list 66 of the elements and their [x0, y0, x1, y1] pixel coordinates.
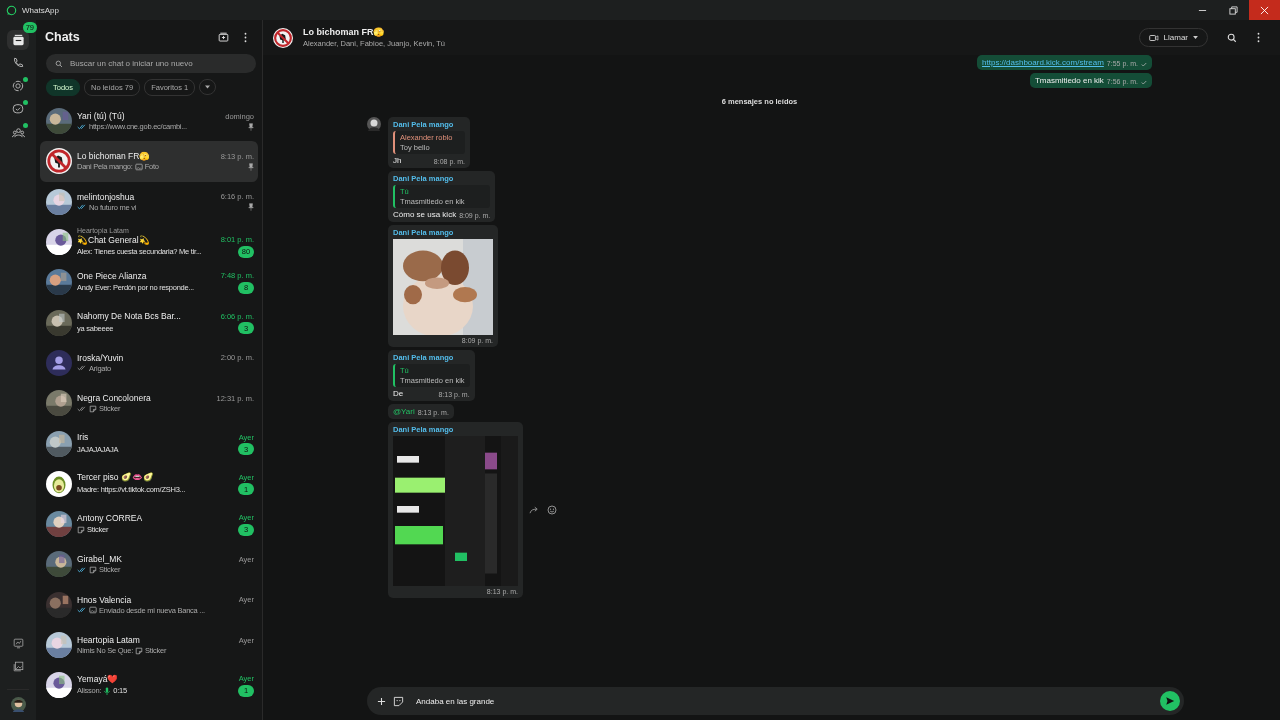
chat-name: Hnos Valencia [77, 594, 133, 605]
photo-icon [134, 162, 143, 171]
chat-title: Lo bichoman FR🫣 [303, 27, 386, 37]
chat-name: Negra Concolonera [77, 393, 152, 404]
sticker-icon[interactable] [393, 695, 404, 707]
update-dot-icon [23, 123, 28, 128]
chats-title: Chats [45, 30, 80, 44]
avocado-icon [46, 470, 72, 497]
chat-name: One Piece Alianza [77, 270, 148, 281]
chat-name: Antony CORREA [77, 512, 144, 523]
send-icon [1165, 696, 1175, 706]
close-button[interactable] [1249, 0, 1280, 20]
chat-name: Tercer piso 🥑👄🥑 [77, 472, 155, 483]
message-text: Tmasmitiedo en kik [1034, 76, 1104, 85]
caret-icon [205, 85, 211, 89]
chat-name: Yari (tú) (Tú) [77, 111, 126, 122]
caret-icon [1193, 36, 1198, 39]
chat-name: Iris [77, 432, 90, 442]
chat-name: Girabel_MK [77, 554, 123, 565]
chat-name: 💫Chat General💫 [77, 234, 151, 245]
message-link[interactable]: https://dashboard.kick.com/stream [982, 58, 1104, 67]
chat-name: melintonjoshua [77, 191, 136, 202]
restore-icon [1229, 5, 1238, 15]
monitor-icon [12, 637, 24, 649]
menu-icon [1256, 32, 1260, 43]
people-icon [11, 125, 25, 139]
video-camera-icon [1148, 33, 1159, 42]
plus-icon [376, 696, 386, 706]
message-text: De [393, 389, 404, 398]
menu-icon [243, 31, 247, 43]
sticker-icon [77, 525, 85, 534]
whatsapp-logo-icon [6, 4, 17, 16]
photo-icon [89, 606, 97, 615]
chat-name: Lo bichoman FR🫣 [77, 151, 152, 162]
new-chat-icon [217, 31, 229, 43]
status-ring-icon [12, 80, 24, 92]
sticker-icon [135, 646, 144, 655]
avatar-icon [46, 349, 72, 376]
message-text: Jh [393, 156, 402, 165]
no-sign-icon [273, 27, 293, 48]
message-text: Cómo se usa kick [393, 210, 457, 219]
sticker-icon [89, 565, 97, 574]
chat-name: Iroska/Yuvin [77, 352, 125, 363]
emoji-icon[interactable] [547, 505, 557, 515]
close-icon [1260, 5, 1269, 15]
update-dot-icon [23, 100, 28, 105]
mention-link[interactable]: @Yari [393, 407, 415, 416]
window-title: WhatsApp [22, 5, 59, 15]
microphone-icon [103, 686, 112, 695]
sticker-icon [89, 404, 97, 413]
update-dot-icon [23, 77, 28, 82]
chat-name: Yemayá❤ [77, 673, 120, 684]
phone-icon [12, 57, 24, 69]
chat-list-icon [11, 33, 25, 47]
search-field[interactable]: Buscar un chat o iniciar uno nuevo [46, 54, 256, 73]
search-icon [1227, 32, 1237, 43]
forward-icon[interactable] [529, 506, 539, 514]
channel-bubble-icon [12, 103, 24, 115]
message-composer[interactable]: Andaba en las grande [367, 687, 1184, 715]
gallery-icon [12, 660, 24, 672]
no-sign-icon [46, 148, 72, 175]
chat-name: Heartopia Latam [77, 635, 141, 645]
chats-tab[interactable] [7, 30, 29, 50]
send-button[interactable] [1160, 691, 1180, 711]
message-input[interactable]: Andaba en las grande [414, 695, 1156, 707]
chat-name: Nahomy De Nota Bcs Bar... [77, 311, 182, 322]
